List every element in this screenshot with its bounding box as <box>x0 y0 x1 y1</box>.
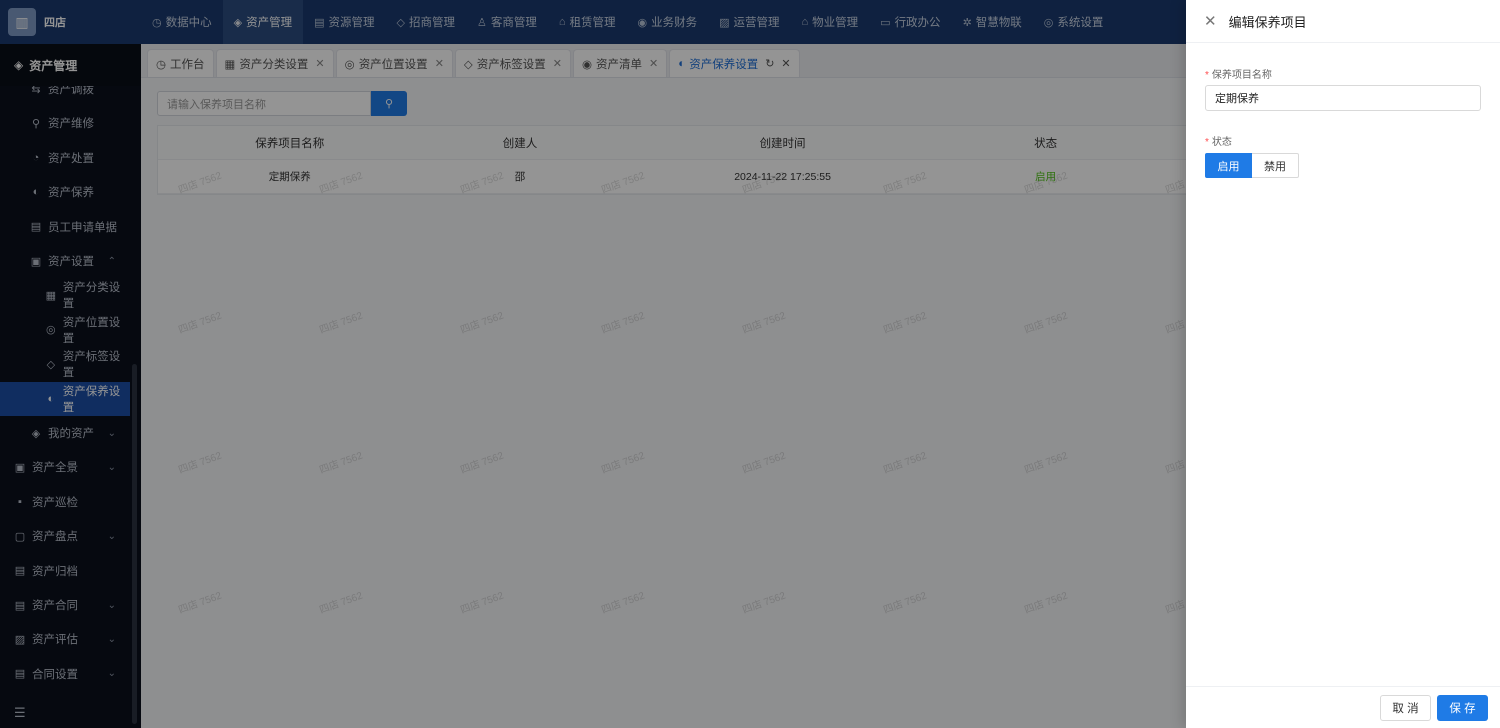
status-enabled-option[interactable]: 启用 <box>1205 153 1252 178</box>
status-disabled-option[interactable]: 禁用 <box>1252 153 1299 178</box>
drawer-overlay-mask[interactable] <box>0 0 1186 728</box>
drawer-footer: 取 消 保 存 <box>1186 686 1500 728</box>
status-field-label: * 状态 <box>1205 137 1232 148</box>
required-mark: * <box>1205 70 1209 81</box>
drawer-header: ✕ 编辑保养项目 <box>1186 0 1500 43</box>
close-icon[interactable]: ✕ <box>1204 12 1217 30</box>
required-mark: * <box>1205 137 1209 148</box>
maintenance-name-field[interactable]: 定期保养 <box>1205 85 1481 111</box>
status-radio-group: 启用 禁用 <box>1205 153 1299 178</box>
cancel-button[interactable]: 取 消 <box>1380 695 1431 721</box>
name-field-label: * 保养项目名称 <box>1205 70 1272 81</box>
save-button[interactable]: 保 存 <box>1437 695 1488 721</box>
drawer-title: 编辑保养项目 <box>1228 14 1307 30</box>
edit-drawer: ✕ 编辑保养项目 * 保养项目名称 定期保养 * 状态 启用 禁用 取 消 保 存 <box>1186 0 1500 728</box>
